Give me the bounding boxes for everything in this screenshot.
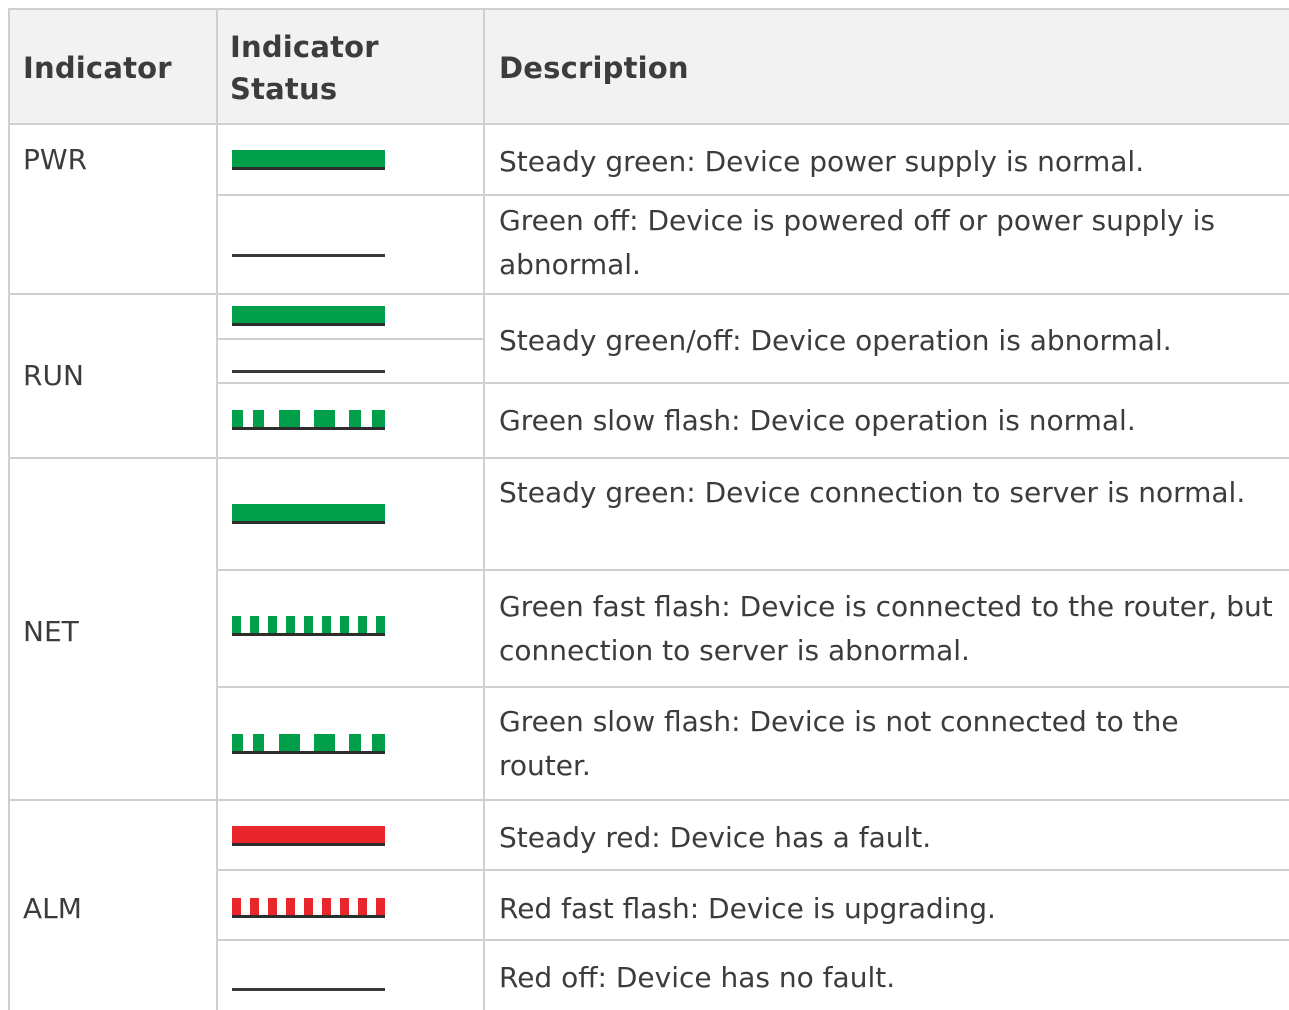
- row-divider: [216, 686, 1289, 688]
- off-indicator-icon: [232, 254, 385, 257]
- steady-green-indicator-icon: [232, 150, 385, 170]
- header-indicator: Indicator: [23, 51, 172, 85]
- row-divider: [216, 338, 485, 340]
- description-cell: Steady green: Device power supply is nor…: [499, 145, 1145, 178]
- steady-red-indicator-icon: [232, 826, 385, 846]
- row-divider: [10, 799, 1289, 801]
- table-header: Indicator Indicator Status Description: [10, 10, 1289, 124]
- row-divider: [10, 123, 1289, 125]
- red-fast-flash-indicator-icon: [232, 898, 385, 918]
- indicator-alm: ALM: [23, 892, 82, 925]
- green-slow-flash-indicator-icon: [232, 410, 385, 430]
- header-status-line1: Indicator: [230, 30, 379, 64]
- description-cell: Green off: Device is powered off or powe…: [499, 204, 1216, 281]
- row-divider: [216, 939, 1289, 941]
- column-divider: [483, 10, 485, 1010]
- indicator-table: Indicator Indicator Status Description P…: [8, 8, 1289, 1010]
- row-divider: [10, 457, 1289, 459]
- description-cell: Green slow flash: Device operation is no…: [499, 404, 1136, 437]
- row-divider: [216, 569, 1289, 571]
- steady-green-indicator-icon: [232, 306, 385, 326]
- header-status-line2: Status: [230, 72, 338, 106]
- green-fast-flash-indicator-icon: [232, 616, 385, 636]
- description-cell: Steady green/off: Device operation is ab…: [499, 324, 1172, 357]
- description-cell: Red fast flash: Device is upgrading.: [499, 892, 996, 925]
- header-description: Description: [499, 51, 689, 85]
- row-divider: [216, 869, 1289, 871]
- steady-green-indicator-icon: [232, 504, 385, 524]
- indicator-net: NET: [23, 615, 79, 648]
- green-slow-flash-indicator-icon: [232, 734, 385, 754]
- column-divider: [216, 10, 218, 1010]
- description-cell: Green fast flash: Device is connected to…: [499, 590, 1273, 667]
- row-divider: [216, 194, 1289, 196]
- description-cell: Steady green: Device connection to serve…: [499, 476, 1246, 509]
- description-cell: Green slow flash: Device is not connecte…: [499, 705, 1179, 782]
- off-indicator-icon: [232, 988, 385, 991]
- description-cell: Steady red: Device has a fault.: [499, 821, 932, 854]
- indicator-pwr: PWR: [23, 143, 88, 176]
- row-divider: [10, 293, 1289, 295]
- indicator-run: RUN: [23, 359, 84, 392]
- off-indicator-icon: [232, 370, 385, 373]
- description-cell: Red off: Device has no fault.: [499, 961, 896, 994]
- row-divider: [216, 382, 1289, 384]
